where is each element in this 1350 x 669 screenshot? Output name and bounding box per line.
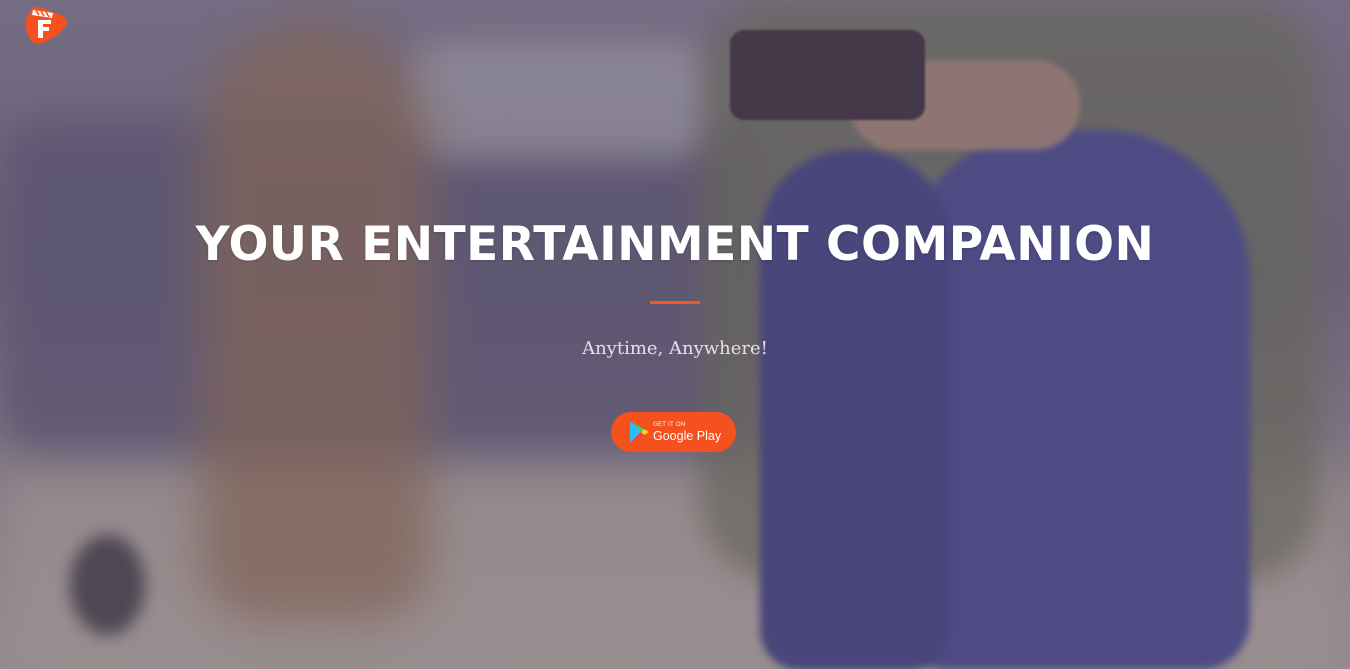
google-play-label: Google Play [653, 428, 722, 443]
hero-subtitle: Anytime, Anywhere! [582, 338, 768, 359]
hero-headline: YOUR ENTERTAINMENT COMPANION [195, 217, 1155, 272]
hero-section: YOUR ENTERTAINMENT COMPANION Anytime, An… [0, 0, 1350, 669]
headline-divider [650, 301, 700, 304]
google-play-small-label: GET IT ON [653, 421, 686, 428]
google-play-icon [630, 422, 649, 442]
google-play-button[interactable]: GET IT ON Google Play [611, 412, 736, 452]
